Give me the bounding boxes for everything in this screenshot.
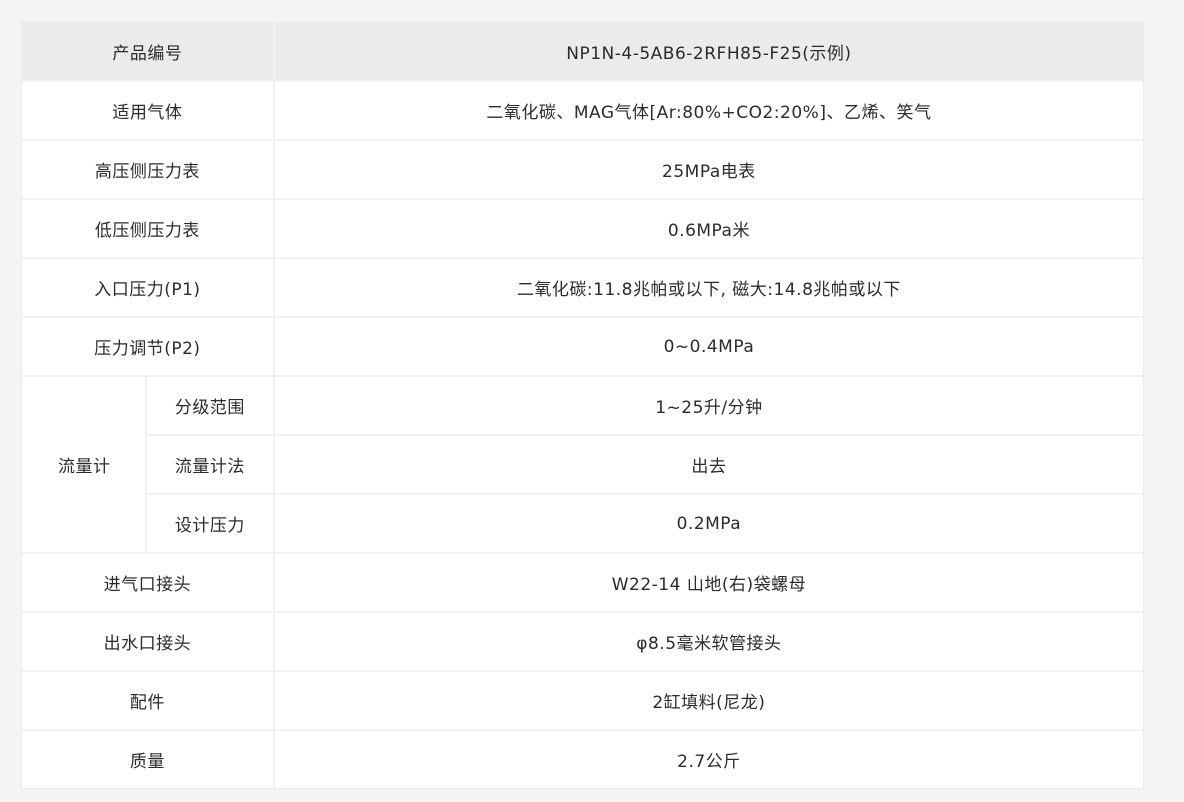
flowmeter-sub-label: 分级范围 [145, 376, 275, 436]
row-value: 二氧化碳、MAG气体[Ar:80%+CO2:20%]、乙烯、笑气 [273, 81, 1143, 141]
table-row: 适用气体 二氧化碳、MAG气体[Ar:80%+CO2:20%]、乙烯、笑气 [22, 81, 1143, 141]
row-value: W22-14 山地(右)袋螺母 [273, 553, 1143, 613]
flowmeter-sub-label: 流量计法 [145, 435, 275, 495]
row-label: 出水口接头 [22, 612, 275, 672]
row-label: 入口压力(P1) [22, 258, 275, 318]
table-row: 进气口接头 W22-14 山地(右)袋螺母 [22, 553, 1143, 613]
row-value: 二氧化碳:11.8兆帕或以下, 磁大:14.8兆帕或以下 [273, 258, 1143, 318]
table-row: 流量计法 出去 [22, 435, 1143, 495]
header-label: 产品编号 [22, 23, 275, 82]
row-label: 适用气体 [22, 81, 275, 141]
table-row: 配件 2缸填料(尼龙) [22, 671, 1143, 731]
flowmeter-sub-value: 0.2MPa [273, 494, 1143, 554]
flowmeter-sub-label: 设计压力 [145, 494, 275, 554]
row-label: 进气口接头 [22, 553, 275, 613]
row-label: 配件 [22, 671, 275, 731]
row-label: 高压侧压力表 [22, 140, 275, 200]
table-row: 出水口接头 φ8.5毫米软管接头 [22, 612, 1143, 672]
row-value: 25MPa电表 [273, 140, 1143, 200]
row-label: 质量 [22, 730, 275, 788]
flowmeter-sub-value: 1~25升/分钟 [273, 376, 1143, 436]
table-row: 压力调节(P2) 0~0.4MPa [22, 317, 1143, 377]
header-value: NP1N-4-5AB6-2RFH85-F25(示例) [273, 23, 1143, 82]
table-row: 流量计 分级范围 1~25升/分钟 [22, 376, 1143, 554]
row-value: 0~0.4MPa [273, 317, 1143, 377]
table-row: 设计压力 0.2MPa [22, 494, 1143, 554]
table-row: 低压侧压力表 0.6MPa米 [22, 199, 1143, 259]
table-row: 高压侧压力表 25MPa电表 [22, 140, 1143, 200]
row-value: 2缸填料(尼龙) [273, 671, 1143, 731]
spec-table: 产品编号 NP1N-4-5AB6-2RFH85-F25(示例) 适用气体 二氧化… [22, 23, 1143, 788]
table-row: 入口压力(P1) 二氧化碳:11.8兆帕或以下, 磁大:14.8兆帕或以下 [22, 258, 1143, 318]
flowmeter-group-label: 流量计 [22, 376, 147, 554]
table-header-row: 产品编号 NP1N-4-5AB6-2RFH85-F25(示例) [22, 23, 1143, 82]
row-value: 0.6MPa米 [273, 199, 1143, 259]
flowmeter-sub-value: 出去 [273, 435, 1143, 495]
row-value: 2.7公斤 [677, 752, 741, 772]
row-label: 压力调节(P2) [22, 317, 275, 377]
row-label: 低压侧压力表 [22, 199, 275, 259]
row-value: φ8.5毫米软管接头 [273, 612, 1143, 672]
table-row: 质量 2.7公斤 [22, 730, 1143, 788]
